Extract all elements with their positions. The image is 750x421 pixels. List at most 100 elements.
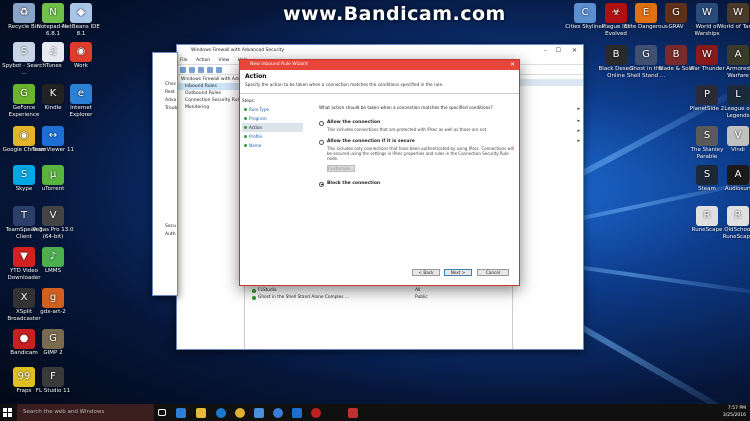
wizard-titlebar[interactable]: New Inbound Rule Wizard ✕ bbox=[240, 60, 519, 70]
firewall-title: Windows Firewall with Advanced Security bbox=[191, 48, 285, 53]
desktop-icon[interactable]: ↔ TeamViewer 11 bbox=[31, 126, 75, 154]
bg-text: Secu bbox=[165, 224, 176, 229]
folder-icon[interactable] bbox=[198, 67, 204, 73]
menu-view[interactable]: View bbox=[219, 58, 230, 63]
app-icon: S bbox=[696, 126, 718, 146]
desktop-icon[interactable]: e Internet Explorer bbox=[59, 84, 103, 118]
desktop-icon-label: Internet Explorer bbox=[69, 105, 93, 118]
desktop-icon[interactable]: WWorld of Tanks bbox=[716, 3, 750, 31]
app-icon: L bbox=[727, 85, 749, 105]
desktop-icon[interactable]: ROldSchool RuneScape bbox=[716, 206, 750, 240]
tree-root[interactable]: Windows Firewall with Adv... bbox=[177, 76, 244, 83]
desktop-icon[interactable]: V Vindi bbox=[716, 126, 750, 154]
app-icon: S bbox=[696, 165, 718, 185]
app-icon: G bbox=[42, 329, 64, 349]
background-window[interactable]: Chec Rest Adva Troub Secu Auth bbox=[152, 52, 178, 296]
edge-icon[interactable] bbox=[176, 408, 186, 418]
task-view-icon[interactable] bbox=[158, 409, 166, 416]
close-icon[interactable]: ✕ bbox=[572, 45, 577, 56]
tree-connection-security[interactable]: Connection Security Rul... bbox=[177, 97, 244, 104]
maximize-icon[interactable]: ☐ bbox=[556, 45, 561, 56]
file-explorer-icon[interactable] bbox=[196, 408, 206, 418]
step-action[interactable]: Action bbox=[242, 123, 303, 132]
chevron-right-icon[interactable]: ▸ bbox=[577, 106, 580, 112]
desktop-icon[interactable]: µ uTorrent bbox=[31, 165, 75, 193]
tree-inbound-rules[interactable]: Inbound Rules bbox=[177, 83, 244, 90]
desktop-icon[interactable]: A Armored Warfare bbox=[716, 45, 750, 79]
properties-icon[interactable] bbox=[207, 67, 213, 73]
step-name[interactable]: Name bbox=[242, 141, 303, 150]
system-clock[interactable]: 7:57 PM 3/25/2016 bbox=[723, 405, 746, 419]
desktop-icon[interactable]: ◆ NetBeans IDE 8.1 bbox=[59, 3, 103, 37]
desktop-icon-label: NetBeans IDE 8.1 bbox=[62, 24, 100, 37]
desktop-icon[interactable]: ♪ LMMS bbox=[31, 247, 75, 275]
next-button[interactable]: Next > bbox=[444, 269, 472, 276]
desktop-icon[interactable]: G GIMP 2 bbox=[31, 329, 75, 357]
step-profile[interactable]: Profile bbox=[242, 132, 303, 141]
app-icon: W bbox=[727, 3, 749, 23]
edge-browser-icon[interactable] bbox=[216, 408, 226, 418]
desktop-icon[interactable]: ◉ Work bbox=[59, 42, 103, 70]
close-icon[interactable]: ✕ bbox=[510, 60, 515, 70]
chevron-right-icon[interactable]: ▸ bbox=[577, 118, 580, 124]
steps-label: Steps: bbox=[242, 98, 256, 103]
desktop-icon-label: GIMP 2 bbox=[43, 350, 63, 356]
app-icon: ↔ bbox=[42, 126, 64, 146]
customize-button[interactable]: Customize... bbox=[327, 165, 355, 172]
cancel-button[interactable]: Cancel bbox=[477, 269, 509, 276]
desktop-icon[interactable]: g gdx-art-2 bbox=[31, 288, 75, 316]
allow-secure-description: This includes only connections that have… bbox=[327, 146, 515, 161]
back-button[interactable]: < Back bbox=[412, 269, 440, 276]
block-label: Block the connection bbox=[327, 181, 381, 186]
allow-radio[interactable] bbox=[319, 120, 324, 126]
step-rule-type[interactable]: Rule Type bbox=[242, 105, 303, 114]
desktop-icon-label: OldSchool RuneScape bbox=[722, 227, 750, 240]
block-option[interactable]: Block the connection bbox=[319, 181, 380, 187]
windows-start-icon[interactable] bbox=[3, 408, 13, 418]
allow-label: Allow the connection bbox=[327, 120, 381, 125]
menu-file[interactable]: File bbox=[180, 58, 188, 63]
uplay-icon[interactable] bbox=[273, 408, 283, 418]
wizard-steps: Steps: Rule Type Program Action Profile … bbox=[240, 94, 305, 285]
block-radio[interactable] bbox=[319, 181, 324, 187]
app-icon: A bbox=[727, 45, 749, 65]
menu-action[interactable]: Action bbox=[196, 58, 210, 63]
back-arrow-icon[interactable] bbox=[180, 67, 186, 73]
store-icon[interactable] bbox=[254, 408, 264, 418]
allow-secure-radio[interactable] bbox=[319, 139, 324, 145]
desktop-icon[interactable]: V Vegas Pro 13.0 (64-bit) bbox=[31, 206, 75, 240]
allow-option[interactable]: Allow the connection bbox=[319, 120, 380, 126]
wizard-header: Action Specify the action to be taken wh… bbox=[240, 70, 519, 94]
help-icon[interactable] bbox=[216, 67, 222, 73]
step-program[interactable]: Program bbox=[242, 114, 303, 123]
new-inbound-rule-wizard[interactable]: New Inbound Rule Wizard ✕ Action Specify… bbox=[239, 59, 520, 286]
wizard-heading: Action bbox=[245, 73, 267, 80]
desktop-icon[interactable]: F FL Studio 11 bbox=[31, 367, 75, 395]
wizard-main: What action should be taken when a conne… bbox=[312, 94, 514, 285]
chevron-right-icon[interactable]: ▸ bbox=[577, 138, 580, 144]
desktop-icon[interactable]: A Audiosurf bbox=[716, 165, 750, 193]
firewall-titlebar[interactable]: Windows Firewall with Advanced Security … bbox=[177, 45, 583, 56]
desktop-icon[interactable]: L League of Legends bbox=[716, 85, 750, 119]
chevron-right-icon[interactable]: ▸ bbox=[577, 128, 580, 134]
allow-secure-label: Allow the connection if it is secure bbox=[327, 139, 415, 144]
app-icon: R bbox=[696, 206, 718, 226]
desktop-icon-label: FL Studio 11 bbox=[35, 388, 71, 394]
taskbar: Search the web and Windows 7:57 PM 3/25/… bbox=[0, 404, 750, 421]
firewall-taskbar-icon[interactable] bbox=[348, 408, 358, 418]
minimize-icon[interactable]: – bbox=[544, 45, 547, 56]
app-icon: A bbox=[727, 165, 749, 185]
allow-secure-option[interactable]: Allow the connection if it is secure bbox=[319, 139, 415, 145]
app-icon: F bbox=[42, 367, 64, 387]
desktop-icon-label: LMMS bbox=[44, 268, 62, 274]
desktop-icon-label: League of Legends bbox=[724, 106, 750, 119]
tree-monitoring[interactable]: Monitoring bbox=[177, 104, 244, 111]
search-input[interactable]: Search the web and Windows bbox=[17, 404, 154, 421]
chrome-icon[interactable] bbox=[235, 408, 245, 418]
desktop-icon-label: gdx-art-2 bbox=[40, 309, 66, 315]
teamviewer-icon[interactable] bbox=[292, 408, 302, 418]
tree-outbound-rules[interactable]: Outbound Rules bbox=[177, 90, 244, 97]
forward-arrow-icon[interactable] bbox=[189, 67, 195, 73]
bg-text: Chec bbox=[165, 82, 177, 87]
bandicam-icon[interactable] bbox=[311, 408, 321, 418]
